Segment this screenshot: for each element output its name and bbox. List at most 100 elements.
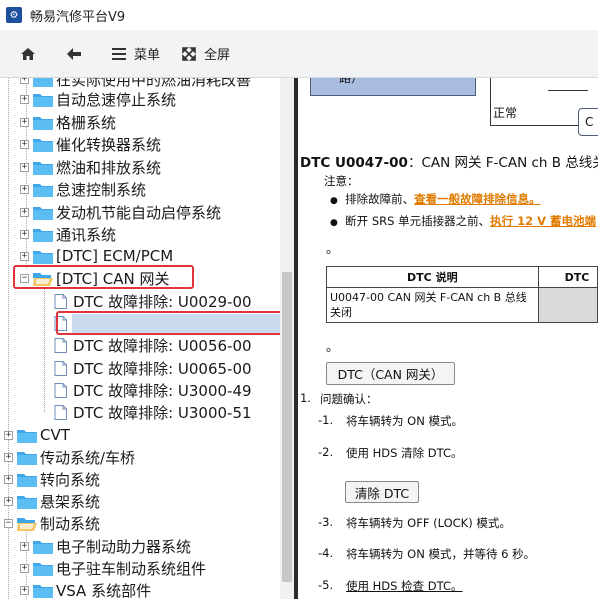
table-cell-desc: U0047-00 CAN 网关 F-CAN ch B 总线关闭 bbox=[326, 287, 539, 323]
expand-icon[interactable]: + bbox=[20, 541, 29, 551]
navigation-tree: + 在实际使用中的燃油消耗改善 + 自动怠速停止系统 + 格栅系统 + 催化转换器系统 + 燃… bbox=[0, 78, 296, 599]
tree-folder-item[interactable]: + 发动机节能自动启停系统 bbox=[20, 201, 221, 223]
highlight-can-gateway bbox=[13, 265, 194, 289]
step-text: 将车辆转为 OFF (LOCK) 模式。 bbox=[346, 516, 511, 530]
menu-button[interactable]: 菜单 bbox=[112, 44, 160, 63]
expand-icon[interactable]: + bbox=[20, 94, 29, 104]
tree-item-label: DTC 故障排除: U0065-00 bbox=[73, 359, 252, 378]
tree-leaf-item[interactable]: DTC 故障排除: U0029-00 bbox=[54, 290, 252, 312]
flowchart-box-right: C bbox=[578, 108, 598, 136]
tree-folder-item[interactable]: + 悬架系统 bbox=[4, 490, 100, 512]
document-icon bbox=[54, 404, 67, 420]
document-icon bbox=[54, 337, 67, 353]
document-icon bbox=[54, 360, 67, 376]
clear-dtc-button[interactable]: 清除 DTC bbox=[345, 481, 419, 503]
tree-folder-item[interactable]: − 制动系统 bbox=[4, 512, 100, 534]
tree-folder-item[interactable]: + 转向系统 bbox=[4, 468, 100, 490]
tree-folder-item[interactable]: + 传动系统/车桥 bbox=[4, 446, 135, 468]
step-number: -4. bbox=[318, 546, 334, 560]
expand-icon[interactable]: + bbox=[20, 162, 29, 172]
tree-item-label: CVT bbox=[40, 426, 70, 444]
menu-label: 菜单 bbox=[134, 48, 161, 63]
tree-leaf-item[interactable]: DTC 故障排除: U0056-00 bbox=[54, 334, 252, 356]
tree-folder-item[interactable]: + [DTC] ECM/PCM bbox=[20, 245, 173, 267]
tree-folder-item[interactable]: + 自动怠速停止系统 bbox=[20, 88, 176, 110]
step-text: 将车辆转为 ON 模式。 bbox=[346, 414, 463, 428]
tree-leaf-item[interactable]: DTC 故障排除: U3000-49 bbox=[54, 379, 252, 401]
tree-item-label: DTC 故障排除: U3000-51 bbox=[73, 403, 252, 422]
step-text: 使用 HDS 清除 DTC。 bbox=[346, 446, 463, 460]
expand-icon[interactable]: + bbox=[20, 251, 29, 261]
expand-icon[interactable]: + bbox=[20, 117, 29, 127]
folder-icon bbox=[33, 561, 53, 576]
tree-folder-item[interactable]: + 怠速控制系统 bbox=[20, 178, 146, 200]
tree-item-label: VSA 系统部件 bbox=[56, 581, 152, 599]
folder-icon bbox=[17, 472, 37, 487]
note-item: ● 断开 SRS 单元插接器之前、执行 12 V 蓄电池端 bbox=[330, 214, 596, 228]
collapse-icon[interactable]: − bbox=[4, 518, 13, 528]
expand-icon[interactable]: + bbox=[20, 139, 29, 149]
expand-icon[interactable]: + bbox=[20, 585, 29, 595]
window-title: 畅易汽修平台V9 bbox=[30, 9, 126, 25]
open-folder-icon bbox=[17, 516, 37, 531]
tree-scrollbar-thumb[interactable] bbox=[282, 272, 292, 582]
tree-item-label: 自动怠速停止系统 bbox=[56, 90, 177, 109]
tree-item-label: DTC 故障排除: U3000-49 bbox=[73, 381, 252, 400]
tree-item-label: 电子制动助力器系统 bbox=[56, 537, 192, 556]
period-text: 。 bbox=[326, 242, 340, 257]
document-icon bbox=[54, 382, 67, 398]
title-bar: ⚙ 畅易汽修平台V9 bbox=[0, 0, 598, 30]
fullscreen-icon bbox=[182, 46, 196, 61]
flowchart-line bbox=[490, 78, 491, 125]
can-gateway-button[interactable]: DTC（CAN 网关） bbox=[326, 362, 455, 385]
tree-folder-item[interactable]: + CVT bbox=[4, 424, 70, 446]
general-troubleshooting-link[interactable]: 查看一般故障排除信息。 bbox=[414, 192, 541, 206]
tree-item-label: 转向系统 bbox=[40, 470, 101, 489]
expand-icon[interactable]: + bbox=[4, 452, 13, 462]
step-text: 使用 HDS 检查 DTC。 bbox=[346, 579, 463, 593]
expand-icon[interactable]: + bbox=[20, 207, 29, 217]
tree-item-label: 怠速控制系统 bbox=[56, 180, 147, 199]
expand-icon[interactable]: + bbox=[4, 474, 13, 484]
tree-item-label: 电子驻车制动系统组件 bbox=[56, 559, 207, 578]
expand-icon[interactable]: + bbox=[20, 184, 29, 194]
tree-item-label: 悬架系统 bbox=[40, 492, 101, 511]
dtc-code: DTC U0047-00 bbox=[300, 155, 408, 171]
question-number: 1. bbox=[300, 391, 311, 405]
dtc-title: ：CAN 网关 F-CAN ch B 总线关 bbox=[407, 155, 598, 171]
back-button[interactable] bbox=[66, 47, 90, 61]
tree-folder-item[interactable]: + 电子制动助力器系统 bbox=[20, 535, 191, 557]
tree-folder-item[interactable]: + 催化转换器系统 bbox=[20, 133, 161, 155]
flowchart-line bbox=[490, 125, 578, 126]
tree-folder-item[interactable]: + 燃油和排放系统 bbox=[20, 156, 161, 178]
folder-icon bbox=[33, 182, 53, 197]
folder-icon bbox=[17, 450, 37, 465]
battery-procedure-link[interactable]: 执行 12 V 蓄电池端 bbox=[490, 214, 596, 228]
tree-leaf-item[interactable]: DTC 故障排除: U0065-00 bbox=[54, 357, 252, 379]
period-text: 。 bbox=[326, 340, 340, 355]
step-number: -5. bbox=[318, 578, 334, 592]
folder-icon bbox=[33, 115, 53, 130]
folder-icon bbox=[33, 227, 53, 242]
expand-icon[interactable]: + bbox=[4, 430, 13, 440]
tree-folder-item[interactable]: + 通讯系统 bbox=[20, 223, 116, 245]
tree-item-label: 发动机节能自动启停系统 bbox=[56, 203, 222, 222]
folder-icon bbox=[33, 137, 53, 152]
menu-icon bbox=[112, 47, 126, 60]
tree-folder-item[interactable]: + VSA 系统部件 bbox=[20, 579, 151, 599]
tree-folder-item[interactable]: + 格栅系统 bbox=[20, 111, 116, 133]
home-button[interactable] bbox=[20, 47, 44, 61]
expand-icon[interactable]: + bbox=[20, 563, 29, 573]
expand-icon[interactable]: + bbox=[20, 229, 29, 239]
folder-icon bbox=[33, 92, 53, 107]
folder-icon bbox=[33, 78, 53, 87]
table-header-desc: DTC 说明 bbox=[326, 266, 539, 288]
expand-icon[interactable]: + bbox=[4, 496, 13, 506]
note-item: ● 排除故障前、查看一般故障排除信息。 bbox=[330, 192, 541, 206]
folder-icon bbox=[33, 539, 53, 554]
table-header-dtc: DTC bbox=[537, 266, 598, 288]
tree-folder-item[interactable]: + 电子驻车制动系统组件 bbox=[20, 557, 206, 579]
expand-icon[interactable]: + bbox=[20, 78, 29, 84]
fullscreen-button[interactable]: 全屏 bbox=[182, 44, 230, 63]
tree-leaf-item[interactable]: DTC 故障排除: U3000-51 bbox=[54, 401, 252, 423]
